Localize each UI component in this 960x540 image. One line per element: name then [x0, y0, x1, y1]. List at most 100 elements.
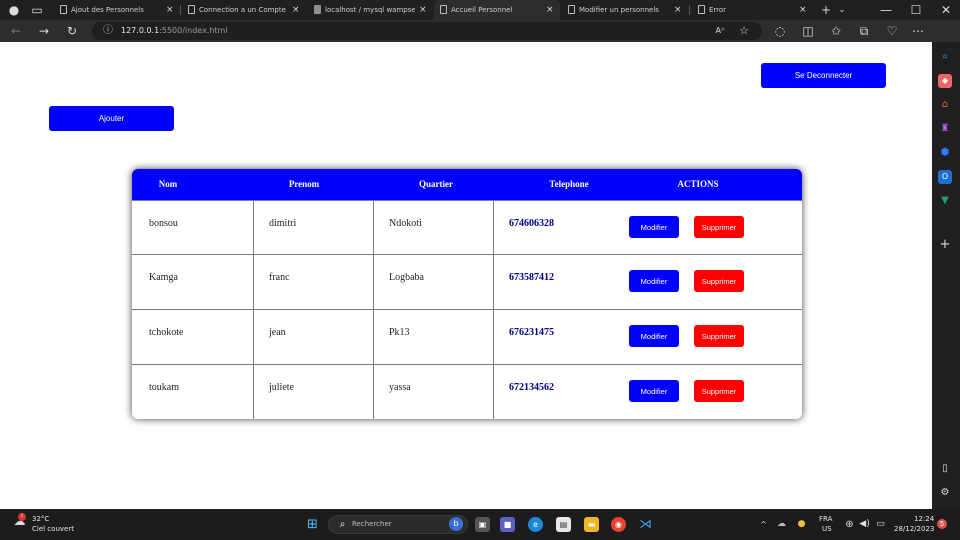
- address-bar[interactable]: ⓘ 127.0.0.1:5500/index.html Aᴬ ☆: [92, 22, 762, 40]
- notification-badge[interactable]: 5: [937, 519, 947, 529]
- profile-icon[interactable]: ●: [6, 2, 22, 18]
- read-aloud-icon[interactable]: Aᴬ: [712, 23, 728, 39]
- onedrive-icon[interactable]: ☁: [774, 517, 789, 532]
- close-icon[interactable]: ×: [166, 0, 174, 20]
- modify-button[interactable]: Modifier: [629, 380, 679, 402]
- tab-separator: [689, 5, 690, 15]
- minimize-icon[interactable]: —: [878, 2, 894, 18]
- tab-connection[interactable]: Connection a un Compte ×: [182, 0, 306, 20]
- modify-button[interactable]: Modifier: [629, 270, 679, 292]
- battery-icon[interactable]: ▭: [873, 517, 888, 532]
- delete-button[interactable]: Supprimer: [694, 325, 744, 347]
- chrome-icon[interactable]: ◉: [611, 517, 626, 532]
- close-icon[interactable]: ×: [674, 0, 682, 20]
- close-icon[interactable]: ×: [419, 0, 427, 20]
- table-row: Kamga franc Logbaba 673587412 Modifier S…: [132, 254, 802, 308]
- security-icon[interactable]: ●: [794, 517, 809, 532]
- cell-quartier: Logbaba: [389, 272, 424, 283]
- close-icon[interactable]: ×: [546, 0, 554, 20]
- site-info-icon[interactable]: ⓘ: [100, 23, 116, 39]
- phpmyadmin-icon: [314, 5, 321, 14]
- tab-separator: [180, 5, 181, 15]
- favorite-star-icon[interactable]: ☆: [736, 23, 752, 39]
- tab-phpmyadmin[interactable]: localhost / mysql wampse ×: [308, 0, 432, 20]
- store-icon[interactable]: ▤: [556, 517, 571, 532]
- weather-description: Ciel couvert: [32, 525, 74, 533]
- add-sidebar-app-icon[interactable]: +: [938, 238, 952, 252]
- file-explorer-icon[interactable]: ▬: [584, 517, 599, 532]
- tab-title: Error: [709, 6, 727, 14]
- taskbar-search[interactable]: ⌕ Rechercher b: [328, 515, 468, 534]
- tab-actions-icon[interactable]: ▭: [29, 2, 45, 18]
- windows-taskbar: ☁ ! 32°C Ciel couvert ⊞ ⌕ Rechercher b ▣…: [0, 509, 960, 540]
- clock-time[interactable]: 12:24: [914, 515, 934, 523]
- new-tab-icon[interactable]: +: [818, 2, 834, 18]
- close-icon[interactable]: ×: [292, 0, 300, 20]
- windows-start-icon[interactable]: ⊞: [305, 517, 320, 532]
- tab-title: Ajout des Personnels: [71, 6, 144, 14]
- search-icon[interactable]: ⌕: [938, 50, 952, 64]
- network-icon[interactable]: ⊕: [842, 517, 857, 532]
- clock-date: 28/12/2023: [894, 525, 935, 533]
- cell-telephone: 674606328: [509, 218, 554, 229]
- tab-error[interactable]: Error ×: [692, 0, 808, 20]
- tab-modifier-personnels[interactable]: Modifier un personnels ×: [562, 0, 688, 20]
- tab-title: Connection a un Compte: [199, 6, 286, 14]
- favorites-icon[interactable]: ✩: [828, 23, 844, 39]
- cell-nom: bonsou: [149, 218, 178, 229]
- weather-alert-icon: !: [18, 513, 26, 521]
- task-view-icon[interactable]: ▣: [475, 517, 490, 532]
- column-header-actions: ACTIONS: [677, 179, 719, 189]
- tools-icon[interactable]: ⌂: [938, 98, 952, 112]
- column-header-nom: Nom: [158, 179, 178, 189]
- split-screen-icon[interactable]: ◫: [800, 23, 816, 39]
- edge-icon[interactable]: e: [528, 517, 543, 532]
- sidebar-settings-icon[interactable]: ⚙: [938, 486, 952, 500]
- teams-icon[interactable]: ■: [500, 517, 515, 532]
- tab-accueil-personnel[interactable]: Accueil Personnel ×: [434, 0, 560, 20]
- more-menu-icon[interactable]: ⋯: [910, 23, 926, 39]
- add-button[interactable]: Ajouter: [49, 106, 174, 131]
- games-icon[interactable]: ♜: [938, 122, 952, 136]
- extension-icon[interactable]: ◌: [772, 23, 788, 39]
- tab-title: localhost / mysql wampse: [325, 6, 415, 14]
- close-window-icon[interactable]: ✕: [938, 2, 954, 18]
- refresh-icon[interactable]: ↻: [64, 23, 80, 39]
- weather-temperature: 32°C: [32, 515, 50, 523]
- volume-icon[interactable]: ◀): [857, 517, 872, 532]
- delete-button[interactable]: Supprimer: [694, 270, 744, 292]
- delete-button[interactable]: Supprimer: [694, 380, 744, 402]
- column-header-prenom: Prenom: [288, 179, 320, 189]
- delete-button[interactable]: Supprimer: [694, 216, 744, 238]
- modify-button[interactable]: Modifier: [629, 216, 679, 238]
- language-code[interactable]: FRA: [819, 515, 832, 523]
- cell-telephone: 673587412: [509, 272, 554, 283]
- back-arrow-icon[interactable]: ←: [8, 23, 24, 39]
- tab-list-chevron-down-icon[interactable]: ⌄: [834, 2, 850, 18]
- tab-ajout-personnels[interactable]: Ajout des Personnels ×: [54, 0, 180, 20]
- logout-button[interactable]: Se Deconnecter: [761, 63, 886, 88]
- outlook-icon[interactable]: O: [938, 170, 952, 184]
- shopping-icon[interactable]: ◆: [938, 74, 952, 88]
- browser-tab-strip: ● ▭ Ajout des Personnels × Connection a …: [0, 0, 960, 20]
- forward-arrow-icon[interactable]: →: [36, 23, 52, 39]
- maximize-icon[interactable]: ☐: [908, 2, 924, 18]
- cell-nom: Kamga: [149, 272, 178, 283]
- column-header-telephone: Telephone: [549, 179, 589, 189]
- cell-quartier: Ndokoti: [389, 218, 422, 229]
- drop-icon[interactable]: ▼: [938, 194, 952, 208]
- chevron-up-icon[interactable]: ^: [756, 517, 771, 532]
- hide-sidebar-icon[interactable]: ▯: [938, 462, 952, 476]
- vscode-icon[interactable]: ⋊: [638, 517, 653, 532]
- browser-essentials-icon[interactable]: ♡: [884, 23, 900, 39]
- collections-icon[interactable]: ⧉: [856, 23, 872, 39]
- cell-nom: toukam: [149, 382, 179, 393]
- close-icon[interactable]: ×: [799, 0, 807, 20]
- cell-telephone: 676231475: [509, 327, 554, 338]
- cell-quartier: Pk13: [389, 327, 410, 338]
- cell-telephone: 672134562: [509, 382, 554, 393]
- copilot-icon[interactable]: ⬢: [938, 146, 952, 160]
- search-placeholder: Rechercher: [352, 520, 392, 528]
- modify-button[interactable]: Modifier: [629, 325, 679, 347]
- url-path: :5500/index.html: [159, 26, 228, 35]
